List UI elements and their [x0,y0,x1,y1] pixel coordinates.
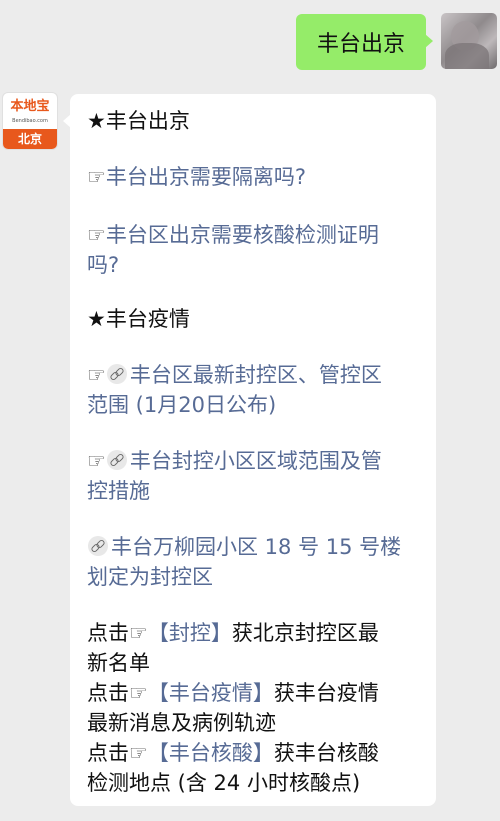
avatar-blur-body [445,43,489,69]
link-lockdown-measures[interactable]: ☞ 丰台封控小区区域范围及管 [87,446,427,476]
link-lockdown-areas[interactable]: ☞ 丰台区最新封控区、管控区 [87,360,427,390]
bot-message-bubble: ★丰台出京 ☞丰台出京需要隔离吗? ☞丰台区出京需要核酸检测证明 吗? ★丰台疫… [63,94,436,806]
cta-lockdown: 点击☞【封控】获北京封控区最 [87,618,427,648]
link-text: 丰台区出京需要核酸检测证明 [105,223,379,247]
section-title-epidemic: ★丰台疫情 [87,307,190,331]
link-lockdown-measures-cont[interactable]: 控措施 [87,476,427,506]
link-lockdown-areas-cont[interactable]: 范围 (1月20日公布) [87,390,427,420]
cta-suffix: 获丰台疫情 [273,681,379,705]
link-text: 丰台出京需要隔离吗? [105,165,306,189]
link-text: 丰台万柳园小区 18 号 15 号楼 [111,535,402,559]
cta-prefix: 点击 [87,621,129,645]
pointing-hand-icon: ☞ [87,165,106,189]
pointing-hand-icon: ☞ [129,681,148,705]
cta-epidemic-cont: 最新消息及病例轨迹 [87,711,276,735]
bot-logo-city: 北京 [3,129,57,149]
link-test-certificate-cont[interactable]: 吗? [87,250,427,280]
keyword-lockdown[interactable]: 【封控】 [148,621,232,645]
link-icon [106,450,127,470]
pointing-hand-icon: ☞ [87,363,106,387]
link-wanliuyuan[interactable]: 丰台万柳园小区 18 号 15 号楼 [87,532,427,562]
user-message-text: 丰台出京 [316,32,405,57]
cta-prefix: 点击 [87,681,129,705]
cta-testing-cont: 检测地点 (含 24 小时核酸点) [87,771,361,795]
link-quarantine-question[interactable]: ☞丰台出京需要隔离吗? [87,162,427,192]
link-text: 丰台区最新封控区、管控区 [129,363,382,387]
cta-prefix: 点击 [87,741,129,765]
cta-testing: 点击☞【丰台核酸】获丰台核酸 [87,738,427,768]
link-test-certificate[interactable]: ☞丰台区出京需要核酸检测证明 [87,220,427,250]
pointing-hand-icon: ☞ [87,449,106,473]
user-message-bubble[interactable]: 丰台出京 [296,14,433,70]
pointing-hand-icon: ☞ [129,621,148,645]
bot-logo-name: 本地宝 [10,99,50,114]
bot-avatar[interactable]: 本地宝 Bendibao.com 北京 [3,93,57,149]
keyword-epidemic[interactable]: 【丰台疫情】 [148,681,274,705]
pointing-hand-icon: ☞ [87,223,106,247]
link-icon [106,364,127,384]
pointing-hand-icon: ☞ [129,741,148,765]
user-avatar[interactable] [441,13,497,69]
link-icon [88,536,108,556]
link-wanliuyuan-cont[interactable]: 划定为封控区 [87,562,427,592]
section-title-departure: ★丰台出京 [87,109,190,133]
cta-suffix: 获丰台核酸 [273,741,379,765]
bot-logo-url: Bendibao.com [12,118,48,124]
cta-suffix: 获北京封控区最 [231,621,379,645]
link-text: 丰台封控小区区域范围及管 [129,449,382,473]
cta-epidemic: 点击☞【丰台疫情】获丰台疫情 [87,678,427,708]
keyword-testing[interactable]: 【丰台核酸】 [148,741,274,765]
cta-lockdown-cont: 新名单 [87,651,150,675]
